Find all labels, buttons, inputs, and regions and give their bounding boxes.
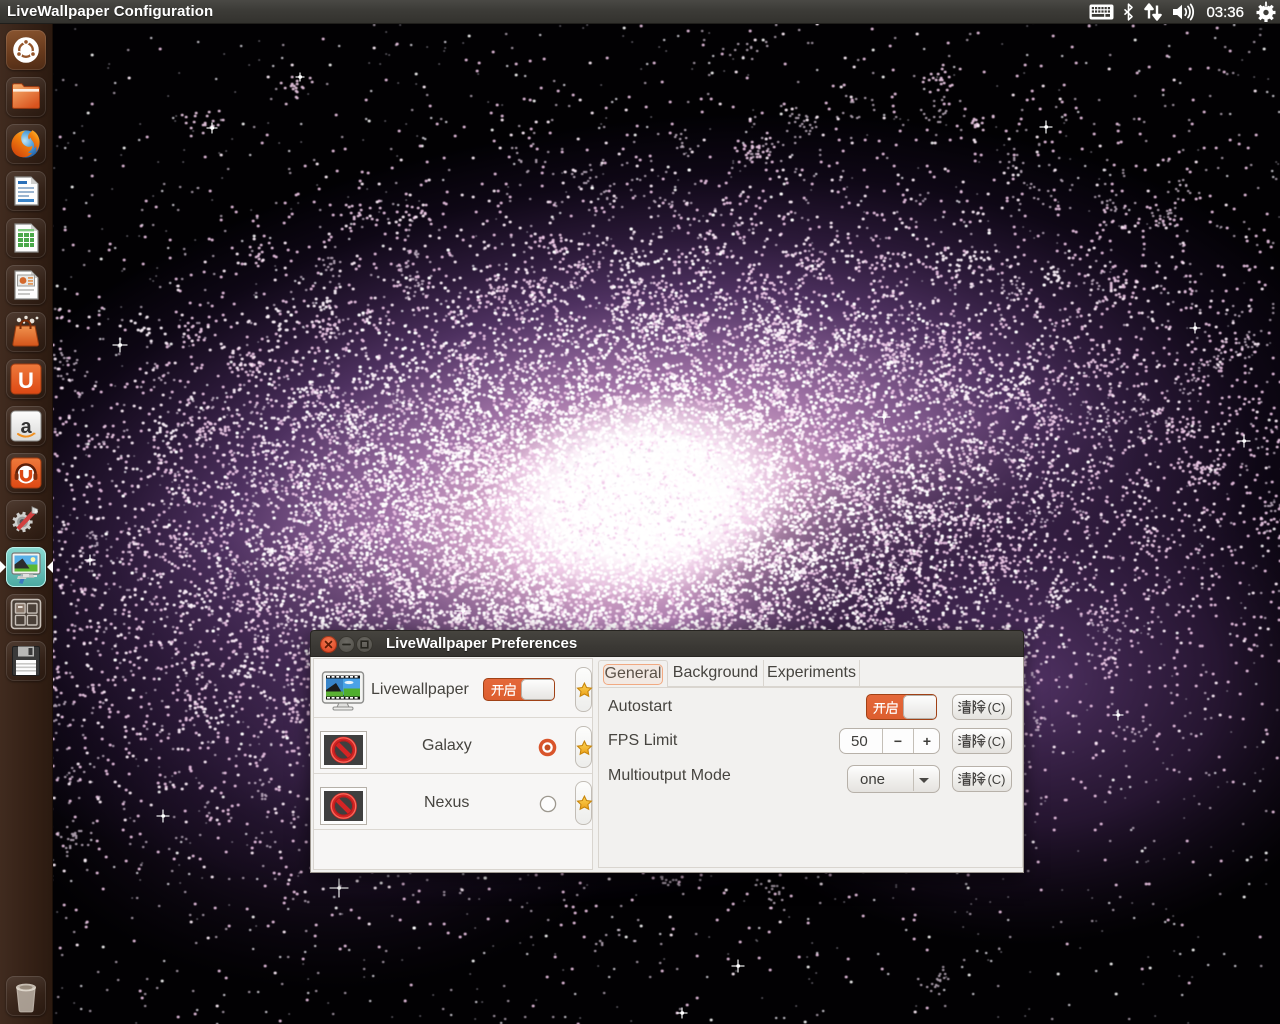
svg-text:U: U <box>18 368 34 393</box>
